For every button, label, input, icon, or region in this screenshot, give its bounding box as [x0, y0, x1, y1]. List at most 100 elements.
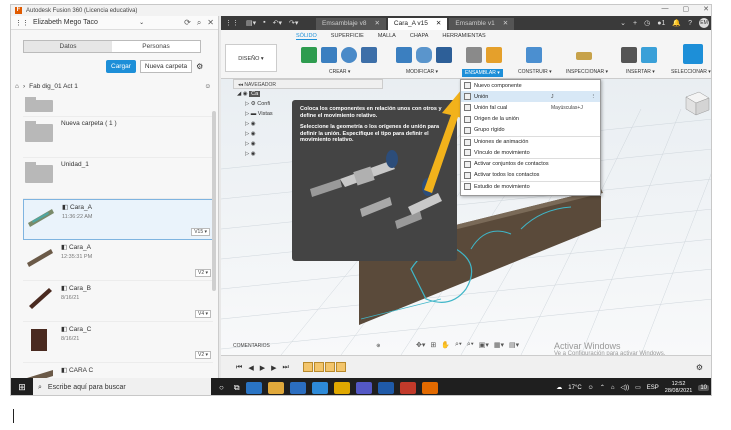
upload-button[interactable]: Cargar [106, 60, 136, 73]
menu-item-enable-contact-sets[interactable]: Activar conjuntos de contactos [461, 158, 600, 169]
help-icon[interactable]: ? [688, 20, 692, 27]
eye-icon[interactable]: ◉ [251, 141, 256, 147]
orbit-icon[interactable]: ✥▾ [416, 341, 425, 349]
timeline-feature[interactable] [336, 362, 346, 372]
maximize-button[interactable]: ▢ [683, 5, 690, 13]
tab-emsamblaje[interactable]: Emsamblaje v8 ✕ [316, 18, 386, 30]
pan-icon[interactable]: ✋ [441, 341, 450, 349]
notification-center-icon[interactable]: 10 [698, 384, 709, 391]
group-assemble[interactable]: ENSAMBLAR ▾ [462, 69, 503, 77]
comments-panel[interactable]: COMENTARIOS ⊕ [233, 343, 380, 349]
minimize-button[interactable]: — [662, 5, 669, 13]
timeline-feature[interactable] [303, 362, 313, 372]
close-icon[interactable]: ✕ [436, 18, 441, 30]
timeline-feature[interactable] [325, 362, 335, 372]
close-icon[interactable]: ✕ [503, 18, 508, 30]
group-construct[interactable]: CONSTRUIR ▾ [518, 69, 552, 75]
menu-item-enable-all-contact[interactable]: Activar todos los contactos [461, 170, 600, 181]
more-icon[interactable]: ⋮ [591, 94, 597, 100]
version-badge[interactable]: V4 ▾ [194, 310, 211, 318]
eye-icon[interactable]: ◉ [251, 151, 256, 157]
breadcrumb-current[interactable]: Fab dig_01 Act 1 [29, 83, 200, 90]
avatar[interactable]: EM [699, 18, 709, 28]
viewcube-icon[interactable] [681, 89, 711, 117]
eye-icon[interactable]: ◉ [251, 131, 256, 137]
menu-item-as-built-joint[interactable]: Unión fal cual Mayúsculas+J [461, 102, 600, 113]
look-at-icon[interactable]: ⊞ [430, 341, 436, 349]
chevron-down-icon[interactable]: ⌄ [620, 19, 626, 27]
step-forward-icon[interactable]: ▶ [271, 364, 276, 372]
clock-icon[interactable]: ◷ [644, 19, 650, 27]
task-view-icon[interactable]: ⧉ [234, 383, 240, 393]
plane-icon[interactable] [526, 47, 542, 63]
tab-superficie[interactable]: SUPERFICIE [331, 33, 364, 40]
edge-icon[interactable] [245, 381, 262, 394]
people-icon[interactable]: ☺ [588, 385, 594, 391]
shell-icon[interactable] [436, 47, 452, 63]
new-folder-button[interactable]: Nueva carpeta [139, 60, 193, 73]
tab-solido[interactable]: SÓLIDO [296, 33, 317, 40]
tab-malla[interactable]: MALLA [378, 33, 396, 40]
cortana-icon[interactable]: ○ [219, 383, 224, 392]
home-icon[interactable]: ⌂ [15, 83, 19, 90]
file-list-scrollbar[interactable] [212, 111, 216, 291]
list-item-selected[interactable]: ◧ Cara_A 11:36:22 AM V15 ▾ [23, 199, 213, 240]
group-inspect[interactable]: INSPECCIONAR ▾ [566, 69, 608, 75]
volume-icon[interactable]: ◁)) [620, 384, 629, 391]
box-icon[interactable] [361, 47, 377, 63]
list-item[interactable]: ◧ Cara_C 8/16/21 V2 ▾ [23, 322, 213, 363]
apps-icon[interactable]: ⋮⋮ [225, 19, 239, 27]
measure-icon[interactable] [576, 52, 592, 60]
autodesk-icon[interactable] [399, 381, 416, 394]
joint-icon[interactable] [466, 47, 482, 63]
taskbar-search-box[interactable]: ⌕ Escribe aquí para buscar [33, 378, 211, 395]
tab-datos[interactable]: Datos [24, 41, 112, 52]
file-icon[interactable]: ▤▾ [246, 19, 256, 27]
teams-icon[interactable] [355, 381, 372, 394]
windows-start-icon[interactable]: ⊞ [11, 382, 33, 393]
fillet-icon[interactable] [416, 47, 432, 63]
select-icon[interactable] [683, 44, 703, 64]
store-icon[interactable] [289, 381, 306, 394]
version-badge[interactable]: V15 ▾ [191, 228, 210, 236]
new-component-icon[interactable] [486, 47, 502, 63]
list-item[interactable] [23, 95, 213, 117]
save-icon[interactable]: ▪ [263, 19, 265, 27]
menu-item-new-component[interactable]: Nuevo componente [461, 80, 600, 91]
battery-icon[interactable]: ▭ [635, 384, 641, 391]
grid-settings-icon[interactable]: ▦▾ [494, 341, 504, 349]
menu-item-motion-study[interactable]: Estudio de movimiento [461, 180, 600, 192]
tab-herramientas[interactable]: HERRAMIENTAS [442, 33, 485, 40]
insert-image-icon[interactable] [641, 47, 657, 63]
group-create[interactable]: CREAR ▾ [329, 69, 350, 75]
language[interactable]: ESP [647, 385, 659, 391]
redo-icon[interactable]: ↷▾ [289, 19, 298, 27]
fusion-360-taskbar-icon[interactable] [421, 381, 438, 394]
menu-item-motion-link[interactable]: Vínculo de movimiento [461, 147, 600, 158]
display-settings-icon[interactable]: ▣▾ [479, 341, 489, 349]
list-item[interactable]: Nueva carpeta ( 1 ) [23, 117, 213, 158]
clock[interactable]: 12:52 28/08/2021 [665, 381, 693, 395]
gear-icon[interactable]: ⚙ [696, 363, 703, 372]
grid-icon[interactable]: ⋮⋮ [15, 19, 29, 27]
step-back-icon[interactable]: ◀ [248, 364, 253, 372]
search-icon[interactable]: ⌕ [197, 18, 201, 28]
jobs-icon[interactable]: ●1 [657, 20, 665, 27]
list-item[interactable]: ◧ Cara_B 8/16/21 V4 ▾ [23, 281, 213, 322]
chevron-down-icon[interactable]: ⌄ [139, 19, 144, 26]
play-icon[interactable]: ▶ [260, 364, 265, 372]
temperature[interactable]: 17°C [568, 385, 581, 391]
zoom-window-icon[interactable]: ⌕▾ [467, 341, 474, 349]
refresh-icon[interactable]: ⟳ [184, 18, 191, 28]
insert-icon[interactable] [621, 47, 637, 63]
version-badge[interactable]: V2 ▾ [194, 351, 211, 359]
tab-cara-a[interactable]: Cara_A v15 ✕ [387, 18, 448, 30]
viewports-icon[interactable]: ▤▾ [509, 341, 519, 349]
close-icon[interactable]: ✕ [374, 18, 379, 30]
workspace-design-button[interactable]: DISEÑO ▾ [225, 44, 277, 72]
plus-icon[interactable]: ⊕ [376, 343, 380, 349]
menu-item-joint-origin[interactable]: Origen de la unión [461, 114, 600, 125]
word-icon[interactable] [377, 381, 394, 394]
notifications-icon[interactable]: 🔔 [672, 19, 681, 27]
undo-icon[interactable]: ↶▾ [273, 19, 282, 27]
